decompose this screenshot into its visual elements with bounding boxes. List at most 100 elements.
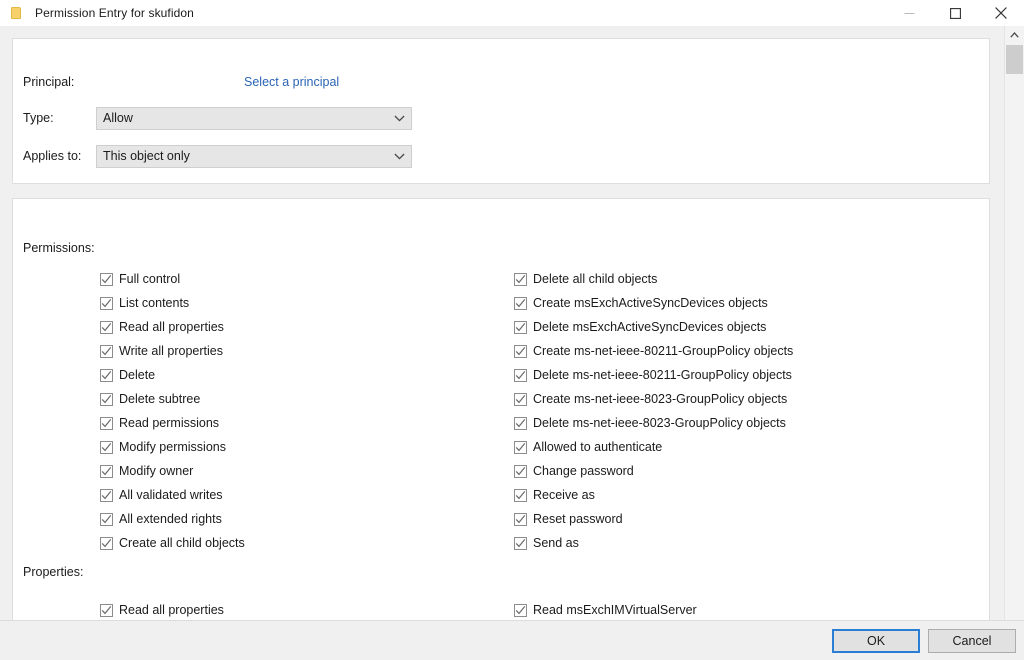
permission-checkbox-row[interactable]: Delete ms-net-ieee-8023-GroupPolicy obje… <box>514 411 793 435</box>
checkbox[interactable] <box>100 344 113 358</box>
checkmark-icon <box>515 466 526 475</box>
checkmark-icon <box>101 490 112 499</box>
permission-checkbox-row[interactable]: Read msExchIMVirtualServer <box>514 591 697 620</box>
vertical-scrollbar[interactable] <box>1004 26 1024 634</box>
checkbox[interactable] <box>514 512 527 526</box>
permission-checkbox-row[interactable]: Change password <box>514 459 793 483</box>
checkbox[interactable] <box>100 368 113 382</box>
checkbox[interactable] <box>100 440 113 454</box>
checkbox[interactable] <box>514 320 527 334</box>
checkbox[interactable] <box>100 488 113 502</box>
chevron-up-icon <box>1010 32 1019 38</box>
permission-label: Modify owner <box>119 463 194 478</box>
permission-label: List contents <box>119 295 190 310</box>
close-icon <box>995 7 1007 19</box>
applies-to-row: Applies to: This object only <box>13 144 989 168</box>
permission-checkbox-row[interactable]: Read all properties <box>100 315 245 339</box>
permission-checkbox-row[interactable]: Delete subtree <box>100 387 245 411</box>
select-principal-link[interactable]: Select a principal <box>244 75 339 89</box>
permission-label: Delete all child objects <box>533 271 658 286</box>
permission-checkbox-row[interactable]: Create msExchActiveSyncDevices objects <box>514 291 793 315</box>
permission-checkbox-row[interactable]: Modify owner <box>100 459 245 483</box>
permission-checkbox-row[interactable]: Send as <box>514 531 793 555</box>
permission-label: Read permissions <box>119 415 220 430</box>
permission-checkbox-row[interactable]: All extended rights <box>100 507 245 531</box>
maximize-button[interactable] <box>932 0 978 26</box>
checkmark-icon <box>515 394 526 403</box>
applies-to-value: This object only <box>103 149 190 163</box>
permission-label: Read msExchIMVirtualServer <box>533 603 697 618</box>
permission-checkbox-row[interactable]: Modify permissions <box>100 435 245 459</box>
principal-row: Principal: Select a principal <box>13 71 989 93</box>
dialog-footer: OK Cancel <box>0 620 1024 660</box>
checkbox[interactable] <box>100 272 113 286</box>
permission-checkbox-row[interactable]: Read permissions <box>100 411 245 435</box>
checkbox[interactable] <box>514 488 527 502</box>
permission-checkbox-row[interactable]: Delete msExchActiveSyncDevices objects <box>514 315 793 339</box>
permission-label: Change password <box>533 463 634 478</box>
checkmark-icon <box>515 322 526 331</box>
permission-checkbox-row[interactable]: Delete ms-net-ieee-80211-GroupPolicy obj… <box>514 363 793 387</box>
permission-label: Write all properties <box>119 343 223 358</box>
checkmark-icon <box>101 418 112 427</box>
dialog-content: Principal: Select a principal Type: Allo… <box>0 26 1004 620</box>
permission-label: Create ms-net-ieee-8023-GroupPolicy obje… <box>533 391 788 406</box>
permission-label: Receive as <box>533 487 595 502</box>
permission-checkbox-row[interactable]: Receive as <box>514 483 793 507</box>
cancel-button[interactable]: Cancel <box>928 629 1016 653</box>
permission-checkbox-row[interactable]: All validated writes <box>100 483 245 507</box>
checkmark-icon <box>515 298 526 307</box>
checkmark-icon <box>101 442 112 451</box>
checkbox[interactable] <box>514 392 527 406</box>
permission-label: Delete subtree <box>119 391 201 406</box>
permission-checkbox-row[interactable]: Delete <box>100 363 245 387</box>
chevron-down-icon <box>394 115 405 122</box>
permission-checkbox-row[interactable]: Write all properties <box>100 339 245 363</box>
permission-label: Allowed to authenticate <box>533 439 663 454</box>
checkbox[interactable] <box>100 604 113 617</box>
checkbox[interactable] <box>514 604 527 617</box>
permission-checkbox-row[interactable]: Read all properties <box>100 591 224 620</box>
minimize-icon <box>904 12 914 14</box>
type-dropdown[interactable]: Allow <box>96 106 412 130</box>
checkbox[interactable] <box>100 464 113 478</box>
permission-checkbox-row[interactable]: Create ms-net-ieee-80211-GroupPolicy obj… <box>514 339 793 363</box>
checkbox[interactable] <box>100 536 113 550</box>
permission-label: All extended rights <box>119 511 222 526</box>
checkbox[interactable] <box>514 368 527 382</box>
window-title: Permission Entry for skufidon <box>35 6 194 20</box>
checkbox[interactable] <box>514 344 527 358</box>
permission-checkbox-row[interactable]: Allowed to authenticate <box>514 435 793 459</box>
checkbox[interactable] <box>100 392 113 406</box>
applies-to-dropdown[interactable]: This object only <box>96 144 412 168</box>
checkbox[interactable] <box>100 512 113 526</box>
close-button[interactable] <box>978 0 1024 26</box>
permission-label: Read all properties <box>119 319 224 334</box>
checkbox[interactable] <box>514 416 527 430</box>
permission-label: Full control <box>119 271 181 286</box>
permissions-right-column: Delete all child objects Create msExchAct… <box>514 267 793 555</box>
checkbox[interactable] <box>514 440 527 454</box>
permission-checkbox-row[interactable]: List contents <box>100 291 245 315</box>
scrollbar-thumb[interactable] <box>1006 45 1023 74</box>
checkbox[interactable] <box>100 416 113 430</box>
permission-label: All validated writes <box>119 487 223 502</box>
checkbox[interactable] <box>514 296 527 310</box>
ok-button[interactable]: OK <box>832 629 920 653</box>
permission-label: Delete ms-net-ieee-8023-GroupPolicy obje… <box>533 415 786 430</box>
checkbox[interactable] <box>514 272 527 286</box>
checkmark-icon <box>101 394 112 403</box>
minimize-button[interactable] <box>886 0 932 26</box>
checkbox[interactable] <box>514 464 527 478</box>
scroll-up-button[interactable] <box>1005 26 1024 44</box>
permission-checkbox-row[interactable]: Create ms-net-ieee-8023-GroupPolicy obje… <box>514 387 793 411</box>
properties-left-column: Read all propertiesWrite all properties <box>100 591 224 620</box>
permission-checkbox-row[interactable]: Reset password <box>514 507 793 531</box>
checkbox[interactable] <box>514 536 527 550</box>
permissions-heading: Permissions: <box>23 241 95 255</box>
checkbox[interactable] <box>100 296 113 310</box>
permission-checkbox-row[interactable]: Create all child objects <box>100 531 245 555</box>
permission-checkbox-row[interactable]: Delete all child objects <box>514 267 793 291</box>
permission-checkbox-row[interactable]: Full control <box>100 267 245 291</box>
checkbox[interactable] <box>100 320 113 334</box>
